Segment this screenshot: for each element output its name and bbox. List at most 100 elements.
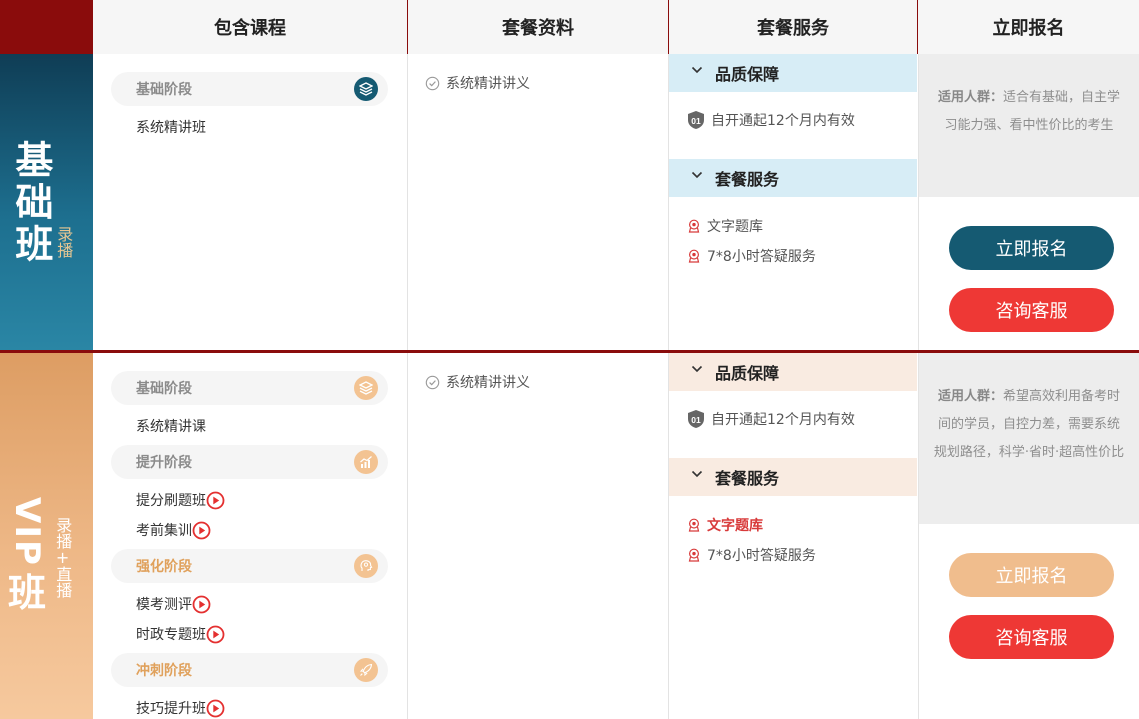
material-item: 系统精讲讲义 — [425, 73, 530, 93]
service-header-label: 套餐服务 — [715, 469, 780, 488]
service-item-label: 文字题库 — [707, 518, 763, 534]
play-video-icon[interactable] — [206, 491, 225, 510]
material-label: 系统精讲讲义 — [446, 375, 530, 391]
course-item[interactable]: 时政专题班 — [136, 624, 225, 644]
quality-item: 01 自开通起12个月内有效 — [687, 110, 855, 130]
course-label: 模考测评 — [136, 597, 192, 613]
stage-label: 强化阶段 — [136, 559, 192, 575]
service-item: 7*8小时答疑服务 — [687, 545, 816, 565]
chevron-down-icon — [691, 171, 703, 179]
column-divider — [668, 54, 669, 350]
course-label: 技巧提升班 — [136, 701, 206, 717]
stage-label: 冲刺阶段 — [136, 663, 192, 679]
award-icon — [688, 219, 700, 233]
stage-pill-basic: 基础阶段 — [111, 72, 388, 106]
service-header: 套餐服务 — [669, 458, 917, 496]
basic-plan-tag-text: 录播 — [54, 226, 74, 258]
award-icon — [688, 518, 700, 532]
chevron-down-icon — [691, 66, 703, 74]
consult-button[interactable]: 咨询客服 — [949, 615, 1114, 659]
chevron-down-icon — [691, 365, 703, 373]
quality-badge-number: 01 — [691, 415, 701, 425]
header-courses: 包含课程 — [93, 0, 408, 54]
material-label: 系统精讲讲义 — [446, 76, 530, 92]
service-item-label: 7*8小时答疑服务 — [707, 548, 816, 564]
check-circle-icon — [425, 375, 440, 389]
layers-icon — [354, 376, 378, 400]
basic-plan-title-text: 基础班 — [8, 140, 53, 266]
check-circle-icon — [425, 76, 440, 90]
header-corner — [0, 0, 93, 54]
quality-item-label: 自开通起12个月内有效 — [711, 113, 855, 129]
vip-plan-tag-plus: + — [55, 548, 70, 567]
quality-item-label: 自开通起12个月内有效 — [711, 412, 855, 428]
header-materials: 套餐资料 — [408, 0, 669, 54]
course-item[interactable]: 考前集训 — [136, 520, 211, 540]
quality-header-label: 品质保障 — [715, 65, 780, 84]
course-label: 提分刷题班 — [136, 493, 206, 509]
stage-label: 基础阶段 — [136, 381, 192, 397]
target-audience-box: 适用人群：希望高效利用备考时间的学员，自控力差，需要系统规划路径，科学·省时·超… — [919, 353, 1139, 524]
rocket-icon — [354, 658, 378, 682]
target-audience-box: 适用人群：适合有基础，自主学习能力强、看中性价比的考生 — [919, 54, 1139, 197]
vip-plan-tag-bottom: 直播 — [53, 566, 73, 599]
consult-button[interactable]: 咨询客服 — [949, 288, 1114, 332]
quality-badge-number: 01 — [691, 116, 701, 126]
course-label: 系统精讲班 — [136, 120, 206, 136]
vip-plan-banner: VIP 班 录播 + 直播 — [0, 353, 93, 719]
material-item: 系统精讲讲义 — [425, 372, 530, 392]
service-item-label: 7*8小时答疑服务 — [707, 249, 816, 265]
basic-plan-title: 基础班 — [8, 140, 53, 266]
course-item[interactable]: 系统精讲课 — [136, 416, 206, 436]
award-icon — [688, 548, 700, 562]
course-item[interactable]: 模考测评 — [136, 594, 211, 614]
course-label: 系统精讲课 — [136, 419, 206, 435]
vip-plan-title: VIP 班 — [7, 497, 47, 616]
quality-header-label: 品质保障 — [715, 364, 780, 383]
column-divider — [407, 353, 408, 719]
column-divider — [407, 54, 408, 350]
stage-pill-sprint: 冲刺阶段 — [111, 653, 388, 687]
rising-chart-icon — [354, 450, 378, 474]
chevron-down-icon — [691, 470, 703, 478]
stage-pill-improve: 提升阶段 — [111, 445, 388, 479]
vip-plan-title-latin: VIP — [7, 497, 47, 567]
service-item: 7*8小时答疑服务 — [687, 246, 816, 266]
header-services: 套餐服务 — [669, 0, 918, 54]
vip-plan-title-cn: 班 — [8, 570, 47, 615]
play-video-icon[interactable] — [192, 521, 211, 540]
target-audience-label: 适用人群： — [937, 90, 1003, 105]
quality-header: 品质保障 — [669, 353, 917, 391]
vip-plan-tag-top: 录播 — [53, 517, 73, 549]
lightbulb-head-icon — [354, 554, 378, 578]
basic-plan-tag: 录播 — [54, 226, 74, 258]
stage-label: 基础阶段 — [136, 82, 192, 98]
stage-label: 提升阶段 — [136, 455, 192, 471]
target-audience-label: 适用人群： — [937, 389, 1003, 404]
play-video-icon[interactable] — [206, 699, 225, 718]
shield-badge-icon: 01 — [688, 111, 704, 129]
header-signup: 立即报名 — [918, 0, 1139, 54]
quality-header: 品质保障 — [669, 54, 917, 92]
course-item[interactable]: 系统精讲班 — [136, 117, 206, 137]
course-label: 考前集训 — [136, 523, 192, 539]
shield-badge-icon: 01 — [688, 410, 704, 428]
service-header: 套餐服务 — [669, 159, 917, 197]
service-item: 文字题库 — [687, 216, 763, 236]
course-label: 时政专题班 — [136, 627, 206, 643]
stage-pill-strengthen: 强化阶段 — [111, 549, 388, 583]
stage-pill-basic: 基础阶段 — [111, 371, 388, 405]
layers-icon — [354, 77, 378, 101]
enroll-button[interactable]: 立即报名 — [949, 226, 1114, 270]
quality-item: 01 自开通起12个月内有效 — [687, 409, 855, 429]
service-item-label: 文字题库 — [707, 219, 763, 235]
vip-plan-tag: 录播 + 直播 — [53, 517, 73, 599]
course-item[interactable]: 技巧提升班 — [136, 698, 225, 718]
enroll-button[interactable]: 立即报名 — [949, 553, 1114, 597]
course-item[interactable]: 提分刷题班 — [136, 490, 225, 510]
service-item: 文字题库 — [687, 515, 763, 535]
play-video-icon[interactable] — [192, 595, 211, 614]
service-header-label: 套餐服务 — [715, 170, 780, 189]
column-divider — [668, 353, 669, 719]
play-video-icon[interactable] — [206, 625, 225, 644]
